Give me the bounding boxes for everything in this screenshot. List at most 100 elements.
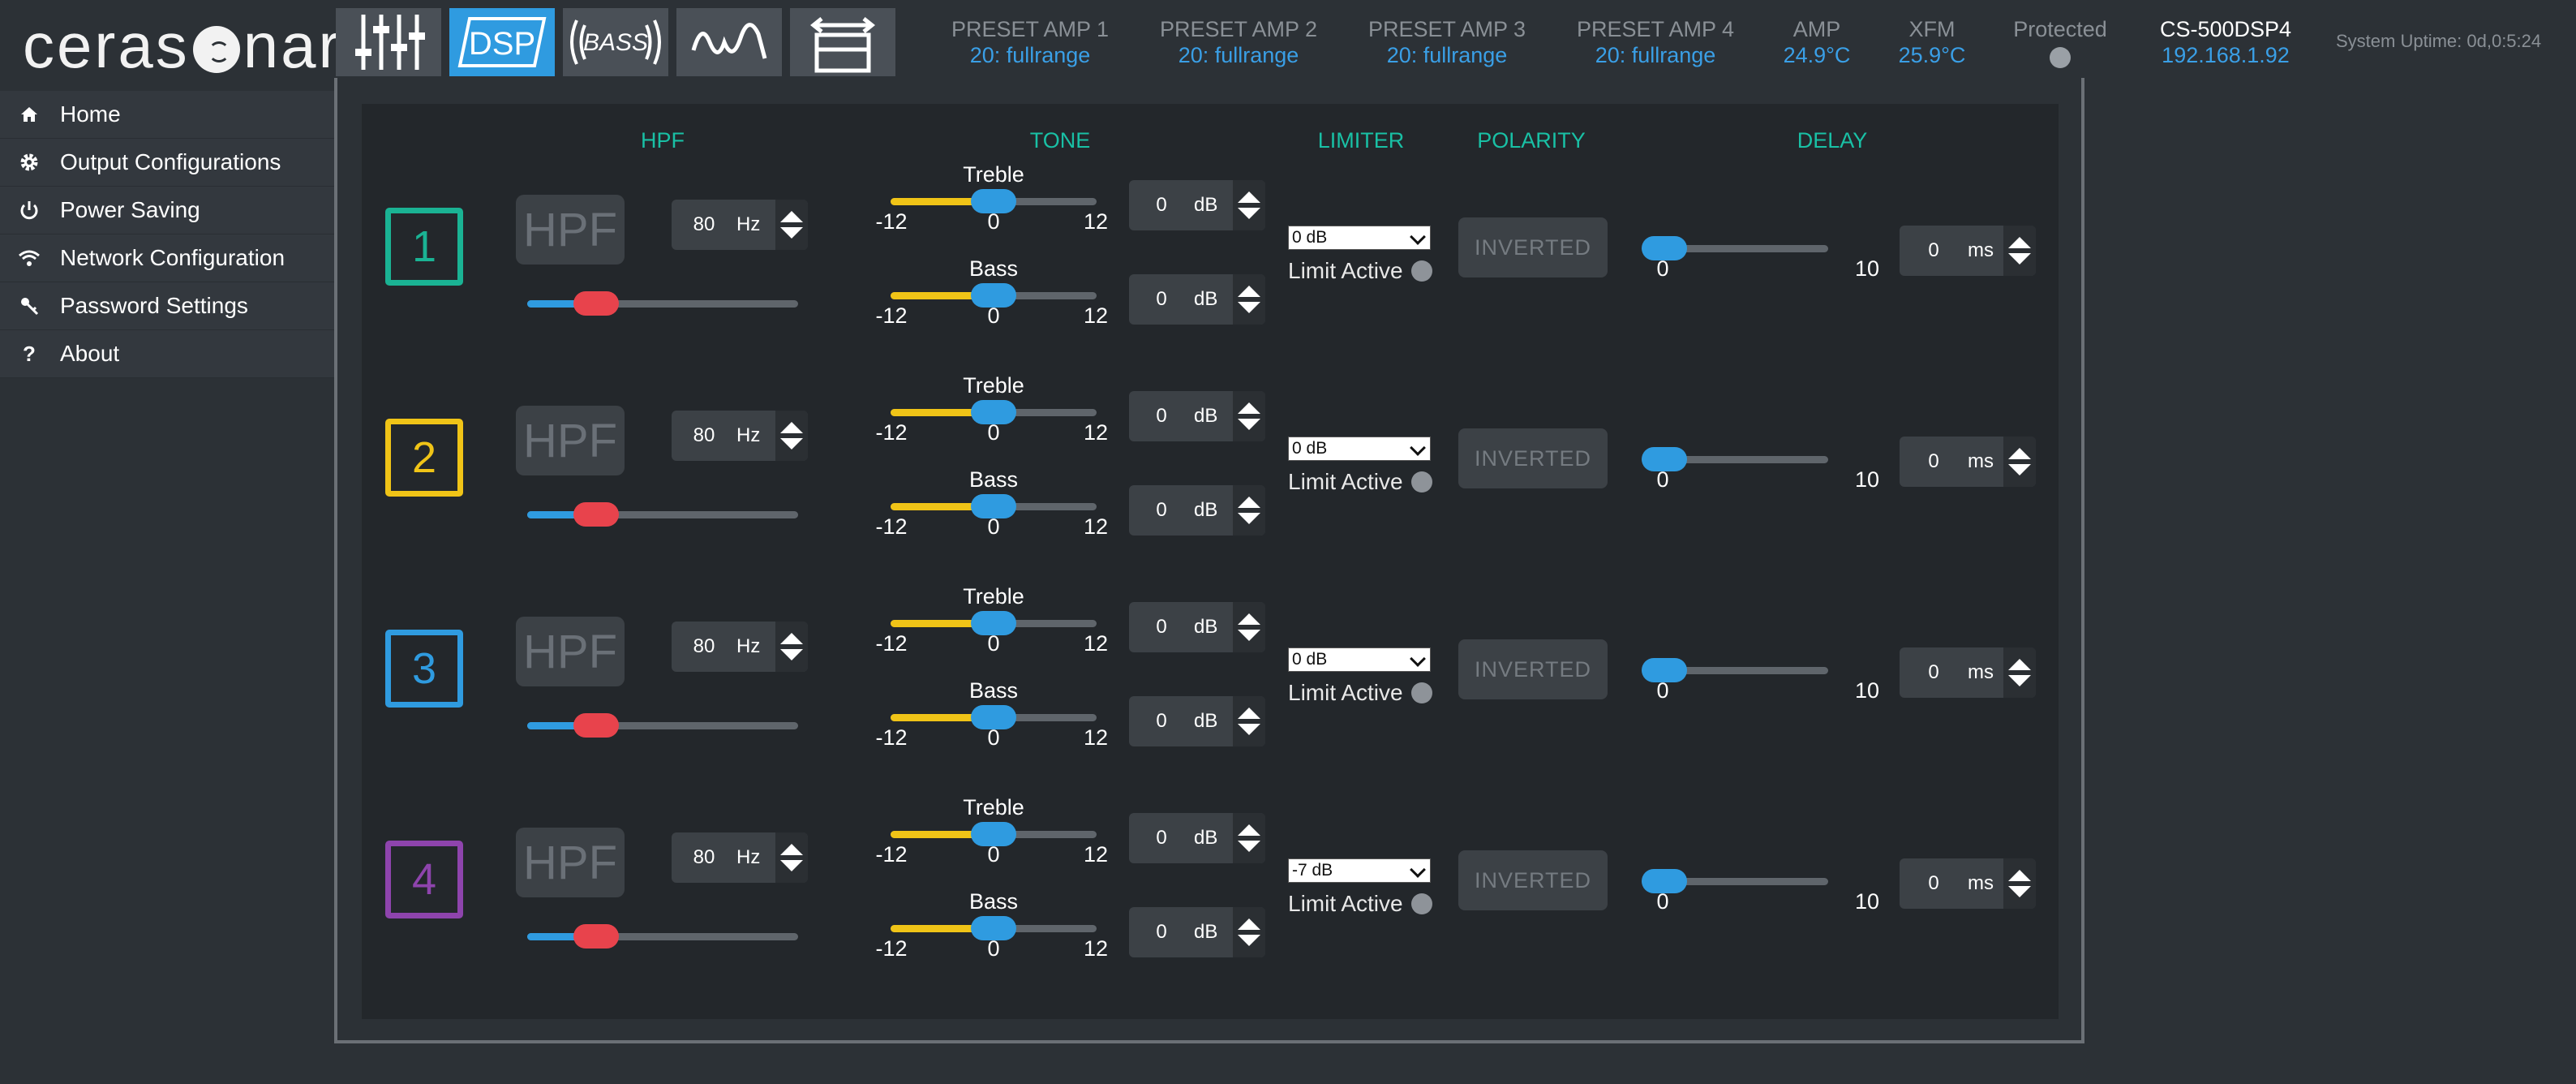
arrow-up-icon[interactable] <box>1238 286 1260 297</box>
polarity-invert-button[interactable]: INVERTED <box>1458 217 1608 277</box>
arrow-up-icon[interactable] <box>1238 191 1260 203</box>
arrow-down-icon[interactable] <box>1238 841 1260 852</box>
hpf-slider[interactable] <box>527 924 798 948</box>
bass-db-value[interactable]: 0 <box>1129 499 1194 522</box>
delay-ms-value[interactable]: 0 <box>1900 872 1968 895</box>
arrow-up-icon[interactable] <box>1238 918 1260 930</box>
stepper-arrows[interactable] <box>1233 180 1265 230</box>
bass-db-value[interactable]: 0 <box>1129 288 1194 311</box>
arrow-down-icon[interactable] <box>780 649 803 660</box>
hpf-slider-knob[interactable] <box>573 713 619 738</box>
delay-slider[interactable] <box>1642 658 1828 682</box>
treble-db-value[interactable]: 0 <box>1129 827 1194 850</box>
arrow-up-icon[interactable] <box>780 844 803 855</box>
waveform-button[interactable] <box>676 8 782 76</box>
hpf-slider[interactable] <box>527 502 798 527</box>
delay-ms-stepper[interactable]: 0 ms <box>1900 858 2036 909</box>
dsp-button[interactable]: DSP <box>449 8 555 76</box>
delay-slider[interactable] <box>1642 447 1828 471</box>
delay-ms-value[interactable]: 0 <box>1900 239 1968 262</box>
bass-db-value[interactable]: 0 <box>1129 710 1194 733</box>
treble-db-stepper[interactable]: 0 dB <box>1129 602 1265 652</box>
hpf-slider-knob[interactable] <box>573 502 619 527</box>
hpf-toggle-button[interactable]: HPF <box>516 617 625 686</box>
stepper-arrows[interactable] <box>1233 274 1265 325</box>
bass-db-stepper[interactable]: 0 dB <box>1129 907 1265 957</box>
polarity-invert-button[interactable]: INVERTED <box>1458 850 1608 910</box>
limiter-select[interactable]: 0 dB <box>1288 647 1431 672</box>
stepper-arrows[interactable] <box>775 411 808 461</box>
arrow-down-icon[interactable] <box>780 438 803 450</box>
treble-db-value[interactable]: 0 <box>1129 616 1194 639</box>
stepper-arrows[interactable] <box>1233 813 1265 863</box>
stepper-arrows[interactable] <box>775 832 808 883</box>
stepper-arrows[interactable] <box>2003 437 2036 487</box>
polarity-invert-button[interactable]: INVERTED <box>1458 428 1608 488</box>
bass-slider[interactable] <box>891 283 1097 308</box>
treble-slider[interactable] <box>891 400 1097 424</box>
hpf-frequency-value[interactable]: 80 <box>672 213 736 236</box>
arrow-down-icon[interactable] <box>780 227 803 239</box>
arrow-down-icon[interactable] <box>1238 724 1260 735</box>
arrow-down-icon[interactable] <box>1238 419 1260 430</box>
arrow-up-icon[interactable] <box>1238 613 1260 625</box>
arrow-up-icon[interactable] <box>2008 448 2031 459</box>
arrow-down-icon[interactable] <box>1238 935 1260 946</box>
limiter-select[interactable]: -7 dB <box>1288 858 1431 883</box>
arrow-down-icon[interactable] <box>2008 253 2031 265</box>
arrow-up-icon[interactable] <box>780 422 803 433</box>
treble-db-stepper[interactable]: 0 dB <box>1129 180 1265 230</box>
hpf-slider[interactable] <box>527 713 798 738</box>
delay-slider[interactable] <box>1642 869 1828 893</box>
expand-button[interactable] <box>790 8 895 76</box>
hpf-toggle-button[interactable]: HPF <box>516 828 625 897</box>
hpf-frequency-stepper[interactable]: 80 Hz <box>672 622 808 672</box>
hpf-slider-knob[interactable] <box>573 291 619 316</box>
hpf-slider-knob[interactable] <box>573 924 619 948</box>
sidebar-item-home[interactable]: Home <box>0 91 334 139</box>
arrow-up-icon[interactable] <box>1238 402 1260 414</box>
arrow-up-icon[interactable] <box>780 211 803 222</box>
treble-db-stepper[interactable]: 0 dB <box>1129 391 1265 441</box>
treble-db-value[interactable]: 0 <box>1129 194 1194 217</box>
arrow-down-icon[interactable] <box>1238 630 1260 641</box>
hpf-toggle-button[interactable]: HPF <box>516 406 625 475</box>
arrow-down-icon[interactable] <box>780 860 803 871</box>
arrow-up-icon[interactable] <box>2008 237 2031 248</box>
hpf-frequency-stepper[interactable]: 80 Hz <box>672 411 808 461</box>
bass-slider[interactable] <box>891 494 1097 518</box>
limiter-select[interactable]: 0 dB <box>1288 437 1431 461</box>
bass-slider[interactable] <box>891 705 1097 729</box>
hpf-frequency-value[interactable]: 80 <box>672 846 736 869</box>
stepper-arrows[interactable] <box>1233 696 1265 746</box>
stepper-arrows[interactable] <box>2003 858 2036 909</box>
treble-slider[interactable] <box>891 822 1097 846</box>
stepper-arrows[interactable] <box>775 200 808 250</box>
stepper-arrows[interactable] <box>1233 485 1265 536</box>
stepper-arrows[interactable] <box>1233 602 1265 652</box>
arrow-up-icon[interactable] <box>1238 497 1260 508</box>
limiter-select[interactable]: 0 dB <box>1288 226 1431 250</box>
bass-db-value[interactable]: 0 <box>1129 921 1194 944</box>
treble-slider[interactable] <box>891 189 1097 213</box>
sidebar-item-password-settings[interactable]: Password Settings <box>0 282 334 330</box>
hpf-frequency-stepper[interactable]: 80 Hz <box>672 200 808 250</box>
delay-ms-stepper[interactable]: 0 ms <box>1900 437 2036 487</box>
stepper-arrows[interactable] <box>1233 391 1265 441</box>
arrow-up-icon[interactable] <box>2008 659 2031 670</box>
hpf-frequency-value[interactable]: 80 <box>672 424 736 447</box>
stepper-arrows[interactable] <box>775 622 808 672</box>
arrow-up-icon[interactable] <box>1238 824 1260 836</box>
delay-ms-stepper[interactable]: 0 ms <box>1900 647 2036 698</box>
sidebar-item-network-configuration[interactable]: Network Configuration <box>0 234 334 282</box>
polarity-invert-button[interactable]: INVERTED <box>1458 639 1608 699</box>
arrow-down-icon[interactable] <box>2008 464 2031 475</box>
treble-slider[interactable] <box>891 611 1097 635</box>
treble-db-value[interactable]: 0 <box>1129 405 1194 428</box>
delay-ms-value[interactable]: 0 <box>1900 450 1968 473</box>
stepper-arrows[interactable] <box>1233 907 1265 957</box>
arrow-down-icon[interactable] <box>2008 886 2031 897</box>
hpf-frequency-value[interactable]: 80 <box>672 635 736 658</box>
bass-db-stepper[interactable]: 0 dB <box>1129 696 1265 746</box>
arrow-down-icon[interactable] <box>1238 513 1260 524</box>
